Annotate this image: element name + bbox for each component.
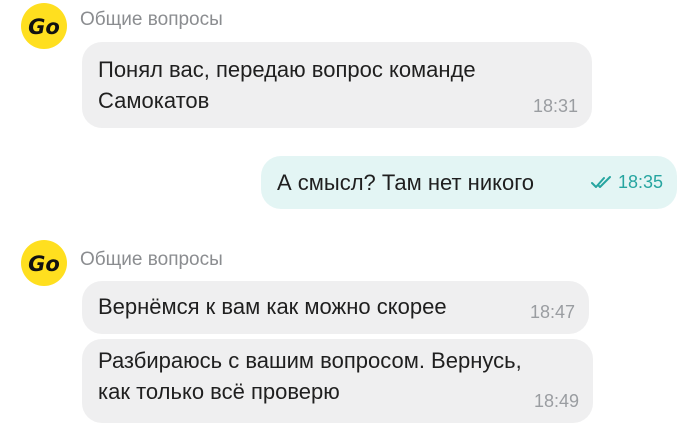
sender-name: Общие вопросы [80,249,223,270]
message-text: Разбираюсь с вашим вопросом. Вернусь, ка… [98,348,522,404]
sender-avatar[interactable]: Go [21,3,67,49]
message-bubble[interactable]: Понял вас, передаю вопрос команде Самока… [82,42,592,128]
svg-text:Go: Go [28,252,60,276]
message-time: 18:47 [529,302,575,322]
message-text: Понял вас, передаю вопрос команде Самока… [98,57,476,113]
message-text: А смысл? Там нет никого [277,170,534,195]
message-bubble[interactable]: Разбираюсь с вашим вопросом. Вернусь, ка… [82,339,593,423]
go-logo-icon: Go [28,252,60,276]
message-text: Вернёмся к вам как можно скорее [98,294,447,319]
svg-text:Go: Go [28,15,60,39]
double-check-icon [590,176,611,188]
sender-name: Общие вопросы [80,9,223,30]
sender-avatar[interactable]: Go [21,240,67,286]
message-bubble[interactable]: Вернёмся к вам как можно скорее 18:47 [82,281,589,334]
message-time: 18:49 [533,391,579,411]
message-time-with-status: 18:35 [590,171,663,193]
message-time: 18:31 [532,96,578,116]
message-time: 18:35 [617,172,663,192]
message-bubble-outgoing[interactable]: А смысл? Там нет никого 18:35 [261,156,677,209]
go-logo-icon: Go [28,15,60,39]
